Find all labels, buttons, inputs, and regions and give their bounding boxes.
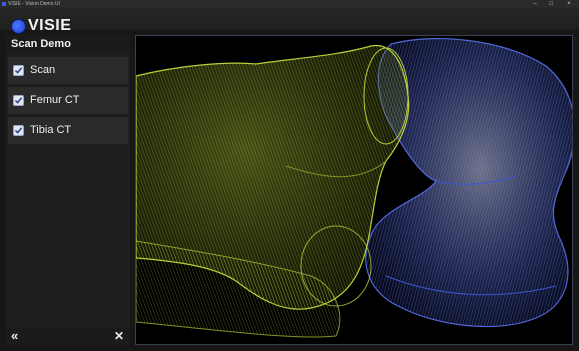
window-titlebar: VISIE - Vision Demo UI – □ ×	[0, 0, 579, 8]
checkmark-icon	[14, 67, 23, 74]
app-header: VISIE	[0, 8, 579, 34]
close-panel-icon[interactable]: ✕	[114, 329, 124, 343]
app-icon	[2, 2, 6, 6]
circle-logo-icon	[12, 20, 25, 33]
layers-panel: Scan Demo Scan Femur CT Tibia CT « ✕	[6, 35, 130, 345]
collapse-panel-icon[interactable]: «	[11, 329, 18, 343]
layer-row-tibia-ct[interactable]: Tibia CT	[8, 117, 128, 144]
minimize-icon[interactable]: –	[527, 0, 543, 8]
checkmark-icon	[14, 97, 23, 104]
checkbox-tibia-ct[interactable]	[13, 125, 24, 136]
3d-viewport[interactable]	[135, 35, 573, 345]
femur-mesh	[136, 44, 410, 338]
maximize-icon[interactable]: □	[543, 0, 559, 8]
layer-row-femur-ct[interactable]: Femur CT	[8, 87, 128, 114]
close-icon[interactable]: ×	[561, 0, 577, 8]
layer-label: Scan	[30, 64, 56, 76]
layer-label: Tibia CT	[30, 124, 72, 136]
layer-label: Femur CT	[30, 94, 80, 106]
app-logo-text: VISIE	[28, 17, 72, 34]
checkbox-scan[interactable]	[13, 65, 24, 76]
checkmark-icon	[14, 127, 23, 134]
panel-footer: « ✕	[6, 328, 130, 345]
checkbox-femur-ct[interactable]	[13, 95, 24, 106]
window-title: VISIE - Vision Demo UI	[8, 1, 60, 7]
panel-title: Scan Demo	[6, 35, 130, 53]
point-cloud-render	[136, 37, 572, 338]
layer-row-scan[interactable]: Scan	[8, 57, 128, 84]
